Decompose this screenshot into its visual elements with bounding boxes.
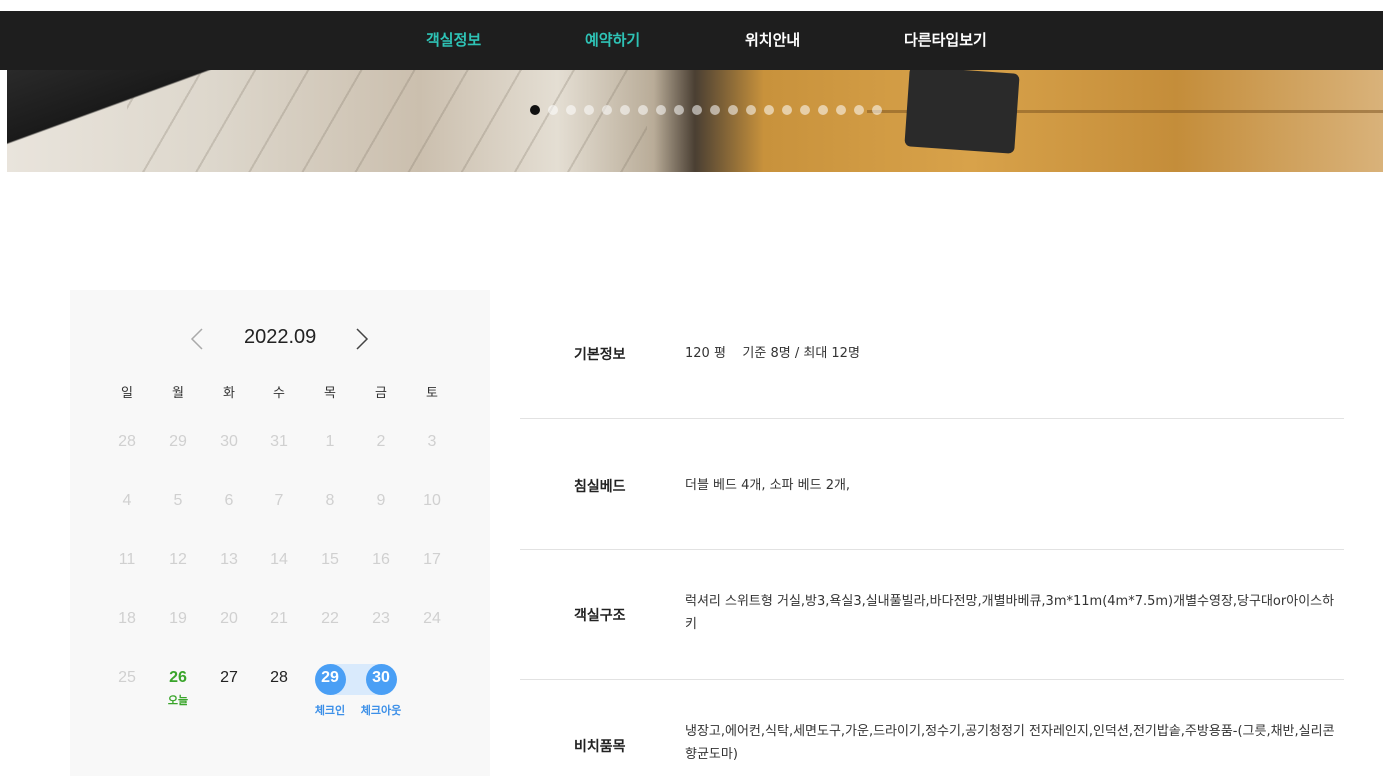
divider	[520, 418, 1344, 419]
weekday-label: 화	[223, 386, 235, 401]
today-label: 오늘	[167, 694, 189, 707]
slider-dot[interactable]	[800, 105, 810, 115]
calendar-day: 3	[427, 433, 437, 450]
calendar-day: 14	[270, 551, 288, 568]
slider-dot[interactable]	[530, 105, 540, 115]
calendar-day: 25	[118, 669, 136, 686]
slider-dot[interactable]	[746, 105, 756, 115]
top-strip	[0, 0, 1383, 11]
calendar-day: 23	[372, 610, 390, 627]
amenities-value: 냉장고,에어컨,식탁,세면도구,가운,드라이기,정수기,공기청정기 전자레인지,…	[685, 724, 1335, 762]
divider	[520, 549, 1344, 550]
slider-dot[interactable]	[620, 105, 630, 115]
slider-dot[interactable]	[728, 105, 738, 115]
weekday-label: 토	[426, 386, 438, 401]
prev-month-icon[interactable]	[190, 328, 204, 350]
nav-reservation[interactable]: 예약하기	[585, 11, 640, 70]
calendar-day: 21	[270, 610, 288, 627]
calendar-day: 31	[270, 433, 288, 450]
structure-value: 럭셔리 스위트형 거실,방3,욕실3,실내풀빌라,바다전망,개별바베큐,3m*1…	[685, 594, 1335, 632]
calendar-day: 2	[376, 433, 386, 450]
slider-dot[interactable]	[584, 105, 594, 115]
slider-dot[interactable]	[782, 105, 792, 115]
beds-value: 더블 베드 4개, 소파 베드 2개,	[685, 478, 851, 493]
glass-table-image	[7, 70, 227, 172]
calendar-day: 13	[220, 551, 238, 568]
calendar-day: 22	[321, 610, 339, 627]
weekday-label: 월	[172, 386, 184, 401]
calendar-day: 19	[169, 610, 187, 627]
slider-dot[interactable]	[692, 105, 702, 115]
slider-dot[interactable]	[872, 105, 882, 115]
calendar-day[interactable]: 27	[209, 669, 249, 687]
calendar-day[interactable]: 30	[361, 669, 401, 687]
basic-info-value: 120 평 기준 8명 / 최대 12명	[685, 346, 860, 361]
weekday-label: 목	[324, 386, 336, 401]
calendar-day: 16	[372, 551, 390, 568]
calendar-day: 4	[122, 492, 132, 509]
calendar-day[interactable]: 26	[158, 669, 198, 687]
next-month-icon[interactable]	[355, 328, 369, 350]
structure-label: 객실구조	[574, 608, 626, 624]
room-photo-slider[interactable]	[7, 70, 1383, 172]
calendar-day: 20	[220, 610, 238, 627]
calendar-day: 24	[423, 610, 441, 627]
calendar-day: 29	[169, 433, 187, 450]
calendar-day: 6	[224, 492, 234, 509]
calendar-day[interactable]: 29	[310, 669, 350, 687]
slider-dot[interactable]	[602, 105, 612, 115]
calendar-day: 9	[376, 492, 386, 509]
calendar-month: 2022.09	[244, 326, 317, 348]
calendar-day: 8	[325, 492, 335, 509]
calendar-day: 28	[118, 433, 136, 450]
checkout-label: 체크아웃	[360, 704, 402, 717]
slider-dot[interactable]	[548, 105, 558, 115]
slider-dot[interactable]	[818, 105, 828, 115]
slider-dot[interactable]	[854, 105, 864, 115]
calendar-panel	[70, 290, 490, 776]
calendar-day[interactable]: 28	[259, 669, 299, 687]
slider-dot[interactable]	[638, 105, 648, 115]
calendar-day: 12	[169, 551, 187, 568]
weekday-label: 일	[121, 386, 133, 401]
slider-dot[interactable]	[674, 105, 684, 115]
calendar-day: 10	[423, 492, 441, 509]
calendar-day: 5	[173, 492, 183, 509]
weekday-label: 금	[375, 386, 387, 401]
cushion-image	[904, 70, 1020, 154]
calendar-day: 15	[321, 551, 339, 568]
slider-dot[interactable]	[656, 105, 666, 115]
calendar-day: 30	[220, 433, 238, 450]
calendar-day: 18	[118, 610, 136, 627]
calendar-day: 11	[118, 551, 136, 568]
calendar-day: 17	[423, 551, 441, 568]
calendar-day: 1	[325, 433, 335, 450]
weekday-label: 수	[273, 386, 285, 401]
slider-dot[interactable]	[566, 105, 576, 115]
basic-info-label: 기본정보	[574, 347, 626, 363]
calendar-day: 7	[274, 492, 284, 509]
slider-dot[interactable]	[764, 105, 774, 115]
nav-location[interactable]: 위치안내	[745, 11, 800, 70]
nav-other-types[interactable]: 다른타입보기	[904, 11, 987, 70]
beds-label: 침실베드	[574, 479, 626, 495]
amenities-label: 비치품목	[574, 739, 626, 755]
top-navigation: 객실정보 예약하기 위치안내 다른타입보기	[0, 11, 1383, 70]
slider-dot[interactable]	[710, 105, 720, 115]
divider	[520, 679, 1344, 680]
slider-dot[interactable]	[836, 105, 846, 115]
nav-room-info[interactable]: 객실정보	[426, 11, 481, 70]
